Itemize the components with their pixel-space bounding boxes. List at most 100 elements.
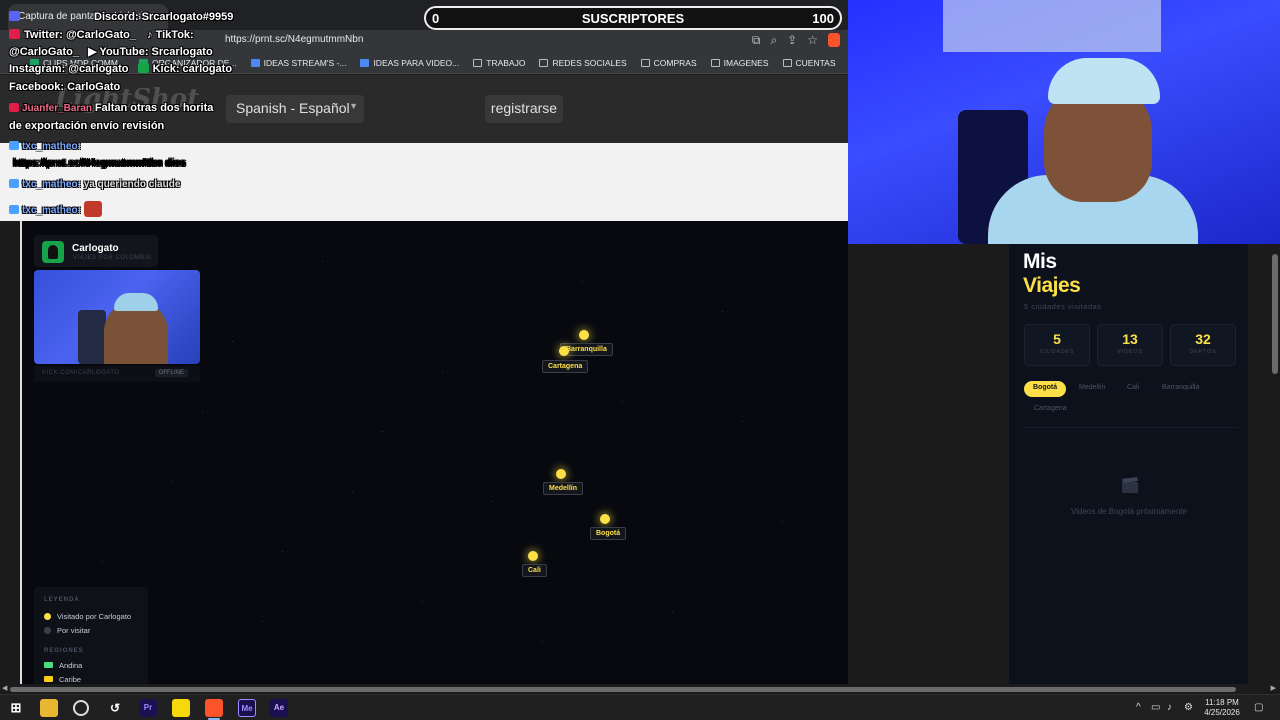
chip-bogota[interactable]: Bogotá (1024, 381, 1067, 397)
file-explorer-icon[interactable] (40, 699, 58, 717)
back-app-icon[interactable]: ↺ (106, 699, 124, 717)
chat-user: txc_matheo: (22, 141, 81, 152)
instagram-text: Instagram: @carlogato (9, 63, 129, 75)
zoom-icon[interactable]: ⌕ (770, 33, 777, 48)
horizontal-scrollbar[interactable]: ◀ ▶ (0, 684, 1280, 694)
map-star (352, 491, 353, 492)
city-marker-barranquilla[interactable] (579, 330, 589, 340)
clock[interactable]: 11:18 PM 4/25/2026 (1196, 698, 1248, 718)
chip-cali[interactable]: Cali (1118, 381, 1148, 397)
chevron-down-icon: ▼ (349, 101, 358, 111)
discord-text: Discord: Srcarlogato#9959 (94, 11, 234, 23)
map-star (442, 371, 443, 372)
tray-chevron-icon[interactable]: ^ (1136, 702, 1141, 713)
start-icon[interactable]: ⊞ (7, 699, 25, 717)
city-marker-cartagena[interactable] (559, 346, 569, 356)
taskbar: ⊞ ↺ Pr Me Ae ^ ▭ ♪ ⚙ 11:18 PM 4/25/2026 … (0, 694, 1280, 720)
bookmark-label: IDEAS PARA VIDEO... (373, 57, 460, 68)
language-select[interactable]: Spanish - Español ▼ (226, 95, 364, 123)
notifications-icon[interactable]: ▢ (1254, 702, 1263, 713)
open-in-app-icon[interactable]: ⧉ (752, 33, 761, 48)
city-marker-bogota[interactable] (600, 514, 610, 524)
stat-value: 5 (1053, 331, 1061, 347)
settings-icon[interactable]: ⚙ (1184, 702, 1193, 713)
chat-message: txc_matheo: (9, 141, 81, 152)
media-encoder-icon[interactable]: Me (238, 699, 256, 717)
youtube-overlay: @CarloGato_ ▶ YouTube: Srcarlogato (9, 45, 213, 58)
scroll-thumb[interactable] (10, 687, 1236, 692)
volume-icon[interactable]: ♪ (1167, 702, 1172, 713)
chip-barranquilla[interactable]: Barranquilla (1153, 381, 1208, 397)
bookmark-icon (250, 58, 260, 67)
chat-user: txc_matheo: (22, 179, 81, 190)
map-star (582, 281, 583, 282)
bookmark-item[interactable]: IDEAS STREAM'S -... (250, 58, 346, 68)
tiktok-icon: ♪ (147, 29, 153, 41)
bookmark-icon[interactable]: ☆ (807, 33, 818, 48)
chrome-icon[interactable] (73, 700, 89, 716)
chat-text: ya queriendo claude (83, 179, 181, 190)
bookmark-item[interactable]: IDEAS PARA VIDEO... (360, 58, 459, 68)
vertical-scrollbar[interactable] (1270, 244, 1280, 684)
map-star (492, 501, 493, 502)
webcam-overlay (848, 0, 1280, 244)
stat-label: VIDEOS (1117, 349, 1143, 355)
folder-icon (473, 58, 483, 67)
after-effects-icon[interactable]: Ae (270, 699, 288, 717)
kick-text: Kick: carlogato (152, 63, 233, 75)
panel-title-line1: Mis (1023, 250, 1057, 273)
bookmark-item[interactable]: COMPRAS (640, 58, 697, 68)
city-marker-cali[interactable] (528, 551, 538, 561)
city-label-cali[interactable]: Cali (522, 564, 547, 577)
legend-region-caribe: Caribe (44, 675, 81, 684)
network-icon[interactable]: ▭ (1151, 702, 1160, 713)
scroll-thumb[interactable] (1272, 254, 1278, 374)
twitter-text: Twitter: @CarloGato_ (24, 29, 136, 41)
brave-icon[interactable] (205, 699, 223, 717)
stat-departments: 32 DEPTOS (1170, 324, 1236, 366)
subscriber-goal-bar: 0 SUSCRIPTORES 100 (424, 6, 842, 30)
sticky-notes-icon[interactable] (172, 699, 190, 717)
youtube-text: YouTube: Srcarlogato (99, 46, 213, 58)
share-icon[interactable]: ⇪ (787, 33, 797, 48)
register-button[interactable]: registrarse (485, 95, 563, 123)
map-star (672, 611, 673, 612)
brave-shield-icon[interactable] (828, 33, 840, 47)
bookmark-item[interactable]: CUENTAS (782, 58, 836, 68)
chip-medellin[interactable]: Medellín (1070, 381, 1114, 397)
sub-goal-target: 100 (812, 11, 834, 26)
map-star (382, 431, 383, 432)
address-bar-actions: ⧉ ⌕ ⇪ ☆ (752, 33, 840, 48)
panel-subtitle: 5 ciudades visitadas (1024, 302, 1102, 311)
city-label-bogota[interactable]: Bogotá (590, 527, 627, 540)
streamer-name: Carlogato (72, 243, 119, 254)
stream-preview[interactable] (34, 270, 200, 364)
streamer-subtitle: VIAJES POR COLOMBIA (73, 255, 152, 261)
bookmark-item[interactable]: IMAGENES (710, 58, 769, 68)
language-label: Spanish - Español (236, 100, 350, 116)
panel-title-line2: Viajes (1023, 274, 1081, 297)
pending-dot-icon (44, 627, 51, 634)
map-legend: LEYENDA Visitado por Carlogato Por visit… (34, 587, 148, 687)
chat-badge-icon (9, 103, 19, 112)
scroll-left-icon[interactable]: ◀ (2, 684, 7, 692)
scroll-right-icon[interactable]: ▶ (1271, 684, 1276, 692)
bookmark-item[interactable]: REDES SOCIALES (539, 58, 627, 68)
chat-badge-icon (9, 141, 19, 150)
map-star (622, 401, 623, 402)
premiere-icon[interactable]: Pr (139, 699, 157, 717)
folder-icon (710, 58, 720, 67)
bookmark-item[interactable]: TRABAJO (473, 58, 525, 68)
map-star (322, 261, 323, 262)
chip-cartagena[interactable]: Cartagena (1025, 402, 1076, 418)
city-label-medellin[interactable]: Medellín (543, 482, 584, 495)
discord-icon (9, 11, 20, 21)
city-marker-medellin[interactable] (556, 469, 566, 479)
city-label-cartagena[interactable]: Cartagena (542, 360, 589, 373)
visited-dot-icon (44, 613, 51, 620)
streamer-cap (1048, 58, 1160, 104)
cap-shape (114, 293, 158, 311)
url-text[interactable]: https://prnt.sc/N4egmutmmNbn (225, 34, 363, 45)
channel-link[interactable]: KICK.COM/CARLOGATO (42, 370, 119, 376)
kick-icon (137, 63, 149, 73)
